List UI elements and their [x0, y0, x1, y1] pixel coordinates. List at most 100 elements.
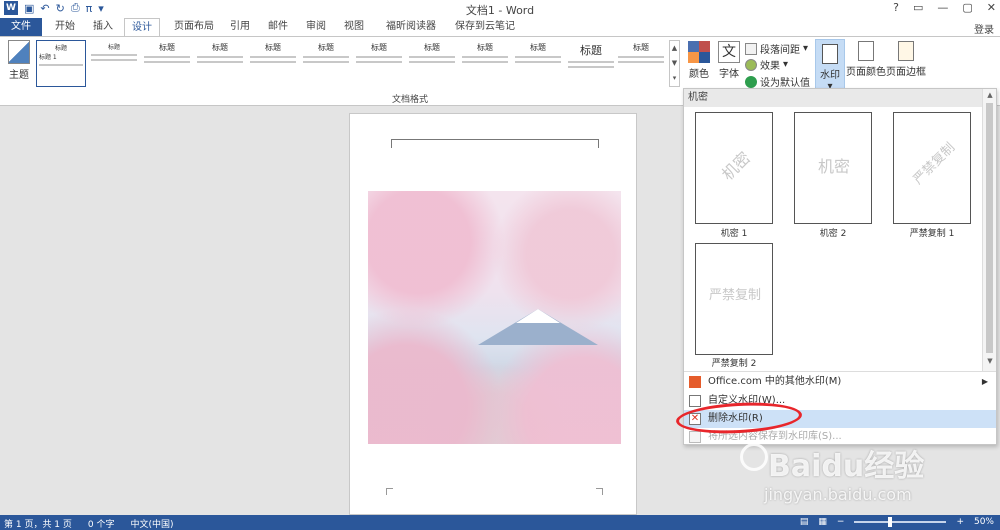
tab-mailings[interactable]: 邮件 [262, 18, 294, 36]
tab-page-layout[interactable]: 页面布局 [166, 18, 222, 36]
style-thumb[interactable]: 标题 [354, 40, 404, 87]
scroll-up-icon[interactable]: ▲ [983, 91, 997, 99]
page-borders-label: 页面边框 [886, 67, 926, 78]
custom-watermark-icon [689, 395, 701, 407]
watermark-option-confidential-2[interactable]: 机密 [794, 112, 872, 224]
window-title: 文档1 - Word [465, 4, 535, 17]
checkmark-icon [745, 75, 757, 88]
style-thumb-text [462, 56, 508, 58]
page-color-button[interactable]: 页面颜色 [846, 41, 886, 78]
watermark-option-caption: 严禁复制 2 [711, 359, 757, 369]
colors-button[interactable]: 颜色 [686, 41, 712, 80]
word-count-status[interactable]: 0 个字 [88, 517, 115, 530]
zoom-slider[interactable] [854, 517, 947, 527]
effects-button[interactable]: 效果 ▾ [745, 57, 788, 72]
ribbon-display-button[interactable]: ▭ [913, 1, 923, 14]
style-thumb-title: 标题 [265, 43, 281, 52]
style-thumb[interactable]: 标题 [460, 40, 510, 87]
themes-label: 主题 [9, 70, 29, 81]
set-as-default-button[interactable]: 设为默认值 [745, 74, 810, 89]
page-count-status[interactable]: 第 1 页，共 1 页 [4, 517, 72, 530]
tab-view[interactable]: 视图 [338, 18, 370, 36]
zoom-out-icon[interactable]: − [837, 517, 845, 527]
scrollbar-thumb[interactable] [986, 103, 993, 353]
style-thumb-title: 标题 [424, 43, 440, 52]
zoom-level[interactable]: 50% [974, 517, 994, 527]
tab-file[interactable]: 文件 [0, 18, 42, 36]
watermark-preview-text: 严禁复制 [708, 288, 761, 303]
baidu-paw-icon [740, 443, 768, 471]
zoom-in-icon[interactable]: + [956, 517, 964, 527]
style-thumb[interactable]: 标题 [142, 40, 192, 87]
style-thumb[interactable]: 标题 [248, 40, 298, 87]
document-page[interactable] [349, 113, 637, 515]
tab-design[interactable]: 设计 [124, 18, 160, 37]
style-thumb-text [197, 61, 243, 63]
minimize-button[interactable]: — [937, 1, 948, 14]
style-thumb-title: 标题 [371, 43, 387, 52]
tab-references[interactable]: 引用 [224, 18, 256, 36]
zoom-slider-thumb[interactable] [888, 517, 893, 527]
close-button[interactable]: ✕ [987, 1, 996, 14]
document-formatting-group-label: 文档格式 [391, 95, 428, 105]
themes-button[interactable]: 主题 [4, 40, 34, 81]
sign-in-link[interactable]: 登录 [974, 21, 994, 36]
effects-label: 效果 [760, 61, 780, 72]
style-thumb-text [409, 61, 455, 63]
style-thumb-title: 标题 [107, 44, 120, 51]
style-thumb[interactable]: 标题 [513, 40, 563, 87]
baidu-brand-text: Baidu经验 [768, 449, 925, 484]
style-thumb-text [568, 66, 614, 68]
fonts-button[interactable]: 文 字体 [716, 41, 742, 80]
watermark-icon [822, 44, 838, 64]
style-thumb[interactable]: 标题 标题 1 [36, 40, 86, 87]
page-color-label: 页面颜色 [846, 67, 886, 78]
watermark-preview-text: 机密 [817, 157, 850, 176]
margin-corner-mark [386, 488, 393, 495]
style-thumb[interactable]: 标题 [407, 40, 457, 87]
more-watermarks-office-menu-item[interactable]: Office.com 中的其他水印(M) ▶ [684, 373, 996, 391]
print-layout-icon[interactable]: ▦ [818, 517, 827, 527]
gallery-scroll-buttons[interactable]: ▲ ▼ ▾ [669, 40, 680, 87]
maximize-button[interactable]: ▢ [962, 1, 972, 14]
style-thumb[interactable]: 标题 [566, 40, 616, 87]
style-thumb-text [568, 61, 614, 63]
style-thumb-heading: 标题 1 [39, 54, 57, 61]
cherry-blossom-photo[interactable] [368, 191, 621, 444]
page-borders-button[interactable]: 页面边框 [886, 41, 926, 78]
tab-save-to-cloud-notes[interactable]: 保存到云笔记 [448, 18, 522, 36]
style-thumb-title: 标题 [530, 43, 546, 52]
style-thumb[interactable]: 标题 [89, 40, 139, 87]
style-thumb-text [356, 61, 402, 63]
scroll-down-icon[interactable]: ▼ [983, 357, 997, 365]
paragraph-spacing-icon [745, 42, 757, 55]
watermark-option-do-not-copy-1[interactable]: 严禁复制 [893, 112, 971, 224]
read-mode-icon[interactable]: ▤ [800, 517, 809, 527]
watermark-option-do-not-copy-2[interactable]: 严禁复制 [695, 243, 773, 355]
style-thumb-text [250, 61, 296, 63]
style-thumb-title: 标题 [580, 44, 602, 57]
margin-corner-mark [596, 488, 603, 495]
style-thumb-title: 标题 [318, 43, 334, 52]
tab-home[interactable]: 开始 [48, 18, 82, 36]
watermark-option-confidential-1[interactable]: 机密 [695, 112, 773, 224]
style-thumb[interactable]: 标题 [195, 40, 245, 87]
style-thumb-title: 标题 [54, 45, 67, 52]
style-thumb-title: 标题 [477, 43, 493, 52]
window-controls: ? ▭ — ▢ ✕ [893, 1, 996, 14]
fonts-label: 字体 [719, 69, 739, 80]
tab-foxit-reader[interactable]: 福昕阅读器 [378, 18, 444, 36]
help-button[interactable]: ? [893, 1, 899, 14]
watermark-button[interactable]: 水印 ▾ [815, 39, 845, 92]
tab-review[interactable]: 审阅 [300, 18, 332, 36]
save-to-gallery-icon [689, 431, 701, 443]
chevron-down-icon: ▾ [783, 59, 789, 70]
paragraph-spacing-button[interactable]: 段落间距 ▾ [745, 41, 808, 56]
tab-insert[interactable]: 插入 [86, 18, 120, 36]
page-borders-icon [898, 41, 914, 61]
language-status[interactable]: 中文(中国) [131, 517, 174, 530]
style-thumb-text [618, 61, 664, 63]
style-thumb[interactable]: 标题 [301, 40, 351, 87]
gallery-scrollbar[interactable]: ▲ ▼ [982, 89, 996, 371]
style-thumb[interactable]: 标题 [616, 40, 666, 87]
